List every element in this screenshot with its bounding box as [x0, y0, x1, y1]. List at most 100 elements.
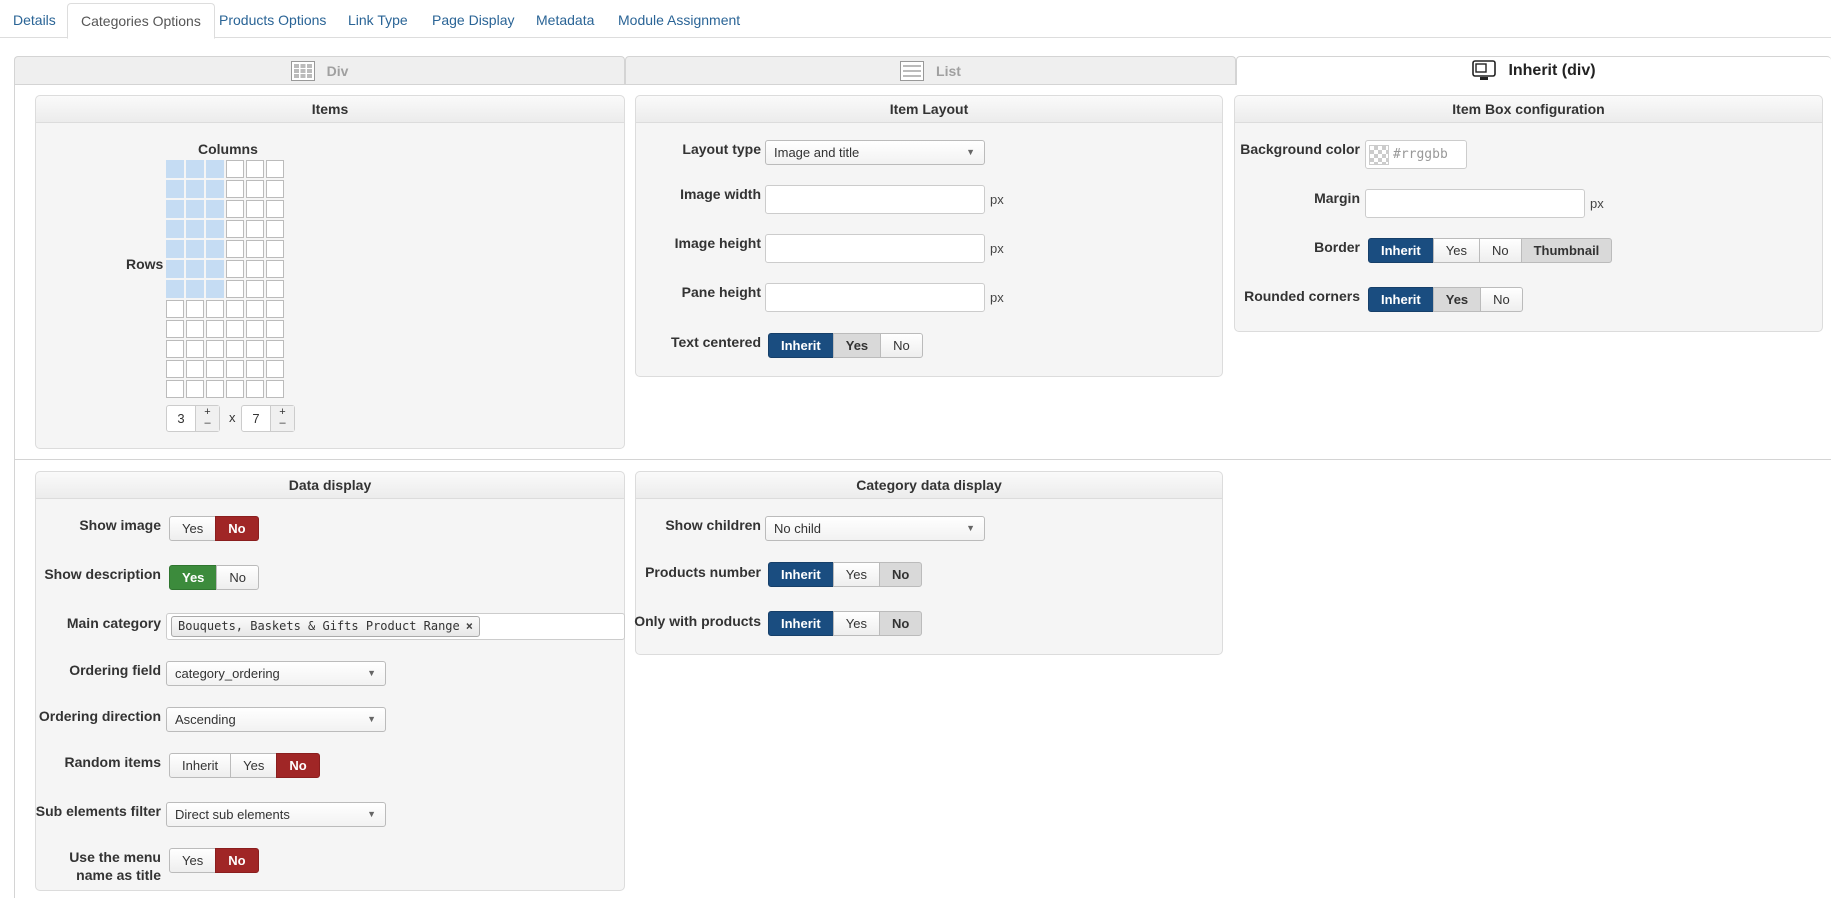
grid-cell[interactable] [206, 180, 224, 198]
grid-cell[interactable] [166, 180, 184, 198]
grid-cell[interactable] [226, 160, 244, 178]
border-thumbnail-button[interactable]: Thumbnail [1520, 238, 1613, 263]
grid-cell[interactable] [186, 300, 204, 318]
grid-cell[interactable] [226, 360, 244, 378]
grid-cell[interactable] [226, 300, 244, 318]
only-with-products-no-button[interactable]: No [878, 611, 923, 636]
text-centered-yes-button[interactable]: Yes [832, 333, 882, 358]
products-number-inherit-button[interactable]: Inherit [768, 562, 834, 587]
color-swatch-icon[interactable] [1369, 144, 1389, 165]
random-items-no-button[interactable]: No [276, 753, 320, 778]
grid-cell[interactable] [266, 200, 284, 218]
tab-products-options[interactable]: Products Options [206, 3, 339, 39]
grid-cell[interactable] [246, 320, 264, 338]
grid-cell[interactable] [186, 340, 204, 358]
rounded-inherit-button[interactable]: Inherit [1368, 287, 1434, 312]
ordering-field-select[interactable]: category_ordering ▼ [166, 661, 386, 686]
columns-plus-minus[interactable]: + – [195, 406, 219, 431]
rounded-no-button[interactable]: No [1480, 287, 1523, 312]
text-centered-inherit-button[interactable]: Inherit [768, 333, 834, 358]
grid-cell[interactable] [186, 220, 204, 238]
grid-cell[interactable] [206, 300, 224, 318]
grid-cell[interactable] [186, 160, 204, 178]
products-number-yes-button[interactable]: Yes [832, 562, 880, 587]
tab-details[interactable]: Details [0, 3, 69, 39]
border-inherit-button[interactable]: Inherit [1368, 238, 1434, 263]
grid-cell[interactable] [266, 260, 284, 278]
grid-cell[interactable] [226, 180, 244, 198]
grid-cell[interactable] [246, 340, 264, 358]
layout-type-select[interactable]: Image and title ▼ [765, 140, 985, 165]
rounded-yes-button[interactable]: Yes [1432, 287, 1482, 312]
image-height-input[interactable] [765, 234, 985, 263]
grid-cell[interactable] [166, 200, 184, 218]
columns-stepper[interactable]: 3 + – [166, 405, 220, 432]
only-with-products-inherit-button[interactable]: Inherit [768, 611, 834, 636]
grid-cell[interactable] [266, 280, 284, 298]
grid-cell[interactable] [166, 220, 184, 238]
grid-cell[interactable] [166, 340, 184, 358]
grid-cell[interactable] [246, 220, 264, 238]
only-with-products-yes-button[interactable]: Yes [832, 611, 880, 636]
menu-title-no-button[interactable]: No [215, 848, 259, 873]
grid-cell[interactable] [246, 200, 264, 218]
remove-tag-icon[interactable]: × [466, 619, 473, 633]
grid-cell[interactable] [246, 300, 264, 318]
grid-cell[interactable] [246, 180, 264, 198]
menu-title-yes-button[interactable]: Yes [169, 848, 217, 873]
grid-cell[interactable] [206, 160, 224, 178]
grid-cell[interactable] [166, 360, 184, 378]
grid-cell[interactable] [186, 380, 204, 398]
show-image-yes-button[interactable]: Yes [169, 516, 217, 541]
grid-cell[interactable] [266, 320, 284, 338]
grid-cell[interactable] [266, 380, 284, 398]
margin-input[interactable] [1365, 189, 1585, 218]
grid-cell[interactable] [166, 380, 184, 398]
grid-cell[interactable] [226, 220, 244, 238]
grid-cell[interactable] [266, 300, 284, 318]
grid-cell[interactable] [166, 240, 184, 258]
border-no-button[interactable]: No [1478, 238, 1522, 263]
grid-cell[interactable] [186, 280, 204, 298]
ordering-direction-select[interactable]: Ascending ▼ [166, 707, 386, 732]
columns-value[interactable]: 3 [167, 406, 195, 431]
grid-cell[interactable] [226, 340, 244, 358]
random-items-inherit-button[interactable]: Inherit [169, 753, 232, 778]
tab-metadata[interactable]: Metadata [523, 3, 607, 39]
grid-cell[interactable] [206, 240, 224, 258]
grid-cell[interactable] [206, 360, 224, 378]
rows-plus-minus[interactable]: + – [270, 406, 294, 431]
grid-cell[interactable] [226, 380, 244, 398]
tab-categories-options[interactable]: Categories Options [67, 3, 215, 39]
grid-cell[interactable] [226, 200, 244, 218]
grid-cell[interactable] [226, 260, 244, 278]
grid-cell[interactable] [206, 220, 224, 238]
show-description-no-button[interactable]: No [216, 565, 260, 590]
grid-cell[interactable] [166, 260, 184, 278]
grid-cell[interactable] [246, 280, 264, 298]
grid-cell[interactable] [166, 280, 184, 298]
random-items-yes-button[interactable]: Yes [230, 753, 278, 778]
grid-cell[interactable] [186, 360, 204, 378]
grid-cell[interactable] [166, 320, 184, 338]
rows-stepper[interactable]: 7 + – [241, 405, 295, 432]
grid-cell[interactable] [226, 280, 244, 298]
grid-cell[interactable] [266, 360, 284, 378]
grid-cell[interactable] [246, 260, 264, 278]
show-description-yes-button[interactable]: Yes [169, 565, 218, 590]
tab-page-display[interactable]: Page Display [419, 3, 528, 39]
tab-module-assignment[interactable]: Module Assignment [605, 3, 753, 39]
grid-cell[interactable] [186, 200, 204, 218]
grid-cell[interactable] [266, 160, 284, 178]
show-children-select[interactable]: No child ▼ [765, 516, 985, 541]
image-width-input[interactable] [765, 185, 985, 214]
grid-cell[interactable] [186, 240, 204, 258]
layout-list-tab[interactable]: List [625, 56, 1236, 85]
rows-value[interactable]: 7 [242, 406, 270, 431]
show-image-no-button[interactable]: No [215, 516, 259, 541]
grid-cell[interactable] [246, 160, 264, 178]
sub-elements-filter-select[interactable]: Direct sub elements ▼ [166, 802, 386, 827]
grid-cell[interactable] [266, 240, 284, 258]
grid-cell[interactable] [186, 180, 204, 198]
layout-inherit-tab[interactable]: Inherit (div) [1236, 56, 1831, 85]
